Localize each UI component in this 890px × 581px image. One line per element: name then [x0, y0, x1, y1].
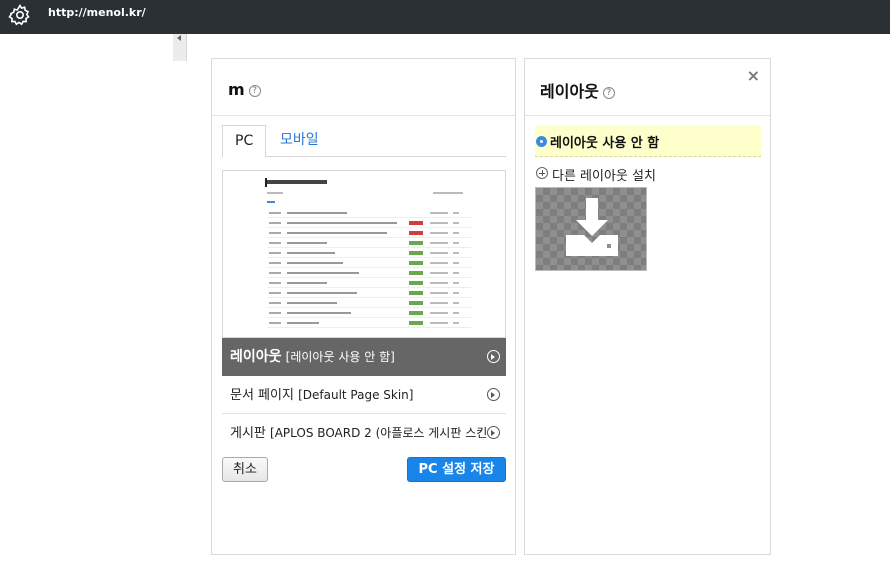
preview-row: [267, 299, 471, 308]
panel-title-text: m: [228, 80, 245, 99]
tab-pc[interactable]: PC: [222, 125, 267, 158]
cancel-button[interactable]: 취소: [222, 457, 268, 482]
download-layout-tile[interactable]: [535, 187, 647, 271]
panel-header: m?: [212, 59, 515, 116]
close-icon[interactable]: ×: [747, 68, 760, 84]
preview-toolbar: [433, 192, 463, 194]
setting-item-value: [Default Page Skin]: [298, 388, 414, 402]
chevron-right-icon[interactable]: [487, 350, 500, 363]
sidebar-toggle[interactable]: [173, 34, 187, 61]
setting-item-board[interactable]: 게시판 [APLOS BOARD 2 (아플로스 게시판 스킨 2)]: [222, 414, 506, 479]
preview-row: [267, 249, 471, 258]
preview-title: [267, 180, 327, 184]
preview-tab: [267, 201, 275, 203]
install-layout-label: 다른 레이아웃 설치: [552, 169, 656, 184]
preview-row: [267, 259, 471, 268]
menu-settings-panel: m? PC 모바일 레이아웃 [레이아웃 사용 안 함] 문서 페이지 [Def…: [211, 58, 516, 555]
plus-circle-icon: [536, 167, 548, 179]
preview-row: [267, 219, 471, 228]
panel-title: 레이아웃?: [540, 78, 615, 102]
help-icon[interactable]: ?: [602, 86, 615, 99]
device-tabs: PC 모바일: [222, 125, 506, 158]
setting-item-value: [레이아웃 사용 안 함]: [285, 350, 395, 364]
layout-option-none[interactable]: 레이아웃 사용 안 함: [535, 125, 761, 157]
panel-header: 레이아웃? ×: [525, 59, 770, 116]
panel-title: m?: [228, 80, 261, 99]
layout-option-label: 레이아웃 사용 안 함: [550, 136, 660, 151]
preview-row: [267, 269, 471, 278]
preview-row: [267, 279, 471, 288]
save-pc-settings-button[interactable]: PC 설정 저장: [407, 457, 506, 482]
preview-row: [267, 209, 471, 218]
setting-item-label: 레이아웃: [230, 349, 282, 365]
help-icon[interactable]: ?: [248, 84, 261, 97]
preview-row: [267, 239, 471, 248]
setting-item-layout[interactable]: 레이아웃 [레이아웃 사용 안 함]: [222, 338, 506, 376]
gear-icon[interactable]: [8, 3, 32, 27]
radio-selected-icon[interactable]: [536, 136, 547, 147]
setting-item-label: 게시판: [230, 426, 266, 441]
preview-row: [267, 309, 471, 318]
preview-breadcrumb: [267, 192, 283, 194]
preview-row: [267, 319, 471, 328]
site-url[interactable]: http://menol.kr/: [48, 6, 146, 19]
chevron-right-icon[interactable]: [487, 426, 500, 439]
top-bar: http://menol.kr/: [0, 0, 890, 34]
preview-row: [267, 229, 471, 238]
tab-mobile[interactable]: 모바일: [268, 125, 331, 157]
panel-title-text: 레이아웃: [540, 82, 599, 101]
layout-preview-thumbnail: [222, 170, 506, 338]
download-icon: [566, 198, 618, 256]
chevron-right-icon[interactable]: [487, 388, 500, 401]
preview-row: [267, 289, 471, 298]
setting-item-document-page[interactable]: 문서 페이지 [Default Page Skin]: [222, 376, 506, 414]
setting-item-label: 문서 페이지: [230, 388, 294, 403]
caret-left-icon: [177, 35, 181, 41]
layout-panel: 레이아웃? × 레이아웃 사용 안 함 다른 레이아웃 설치: [524, 58, 771, 555]
